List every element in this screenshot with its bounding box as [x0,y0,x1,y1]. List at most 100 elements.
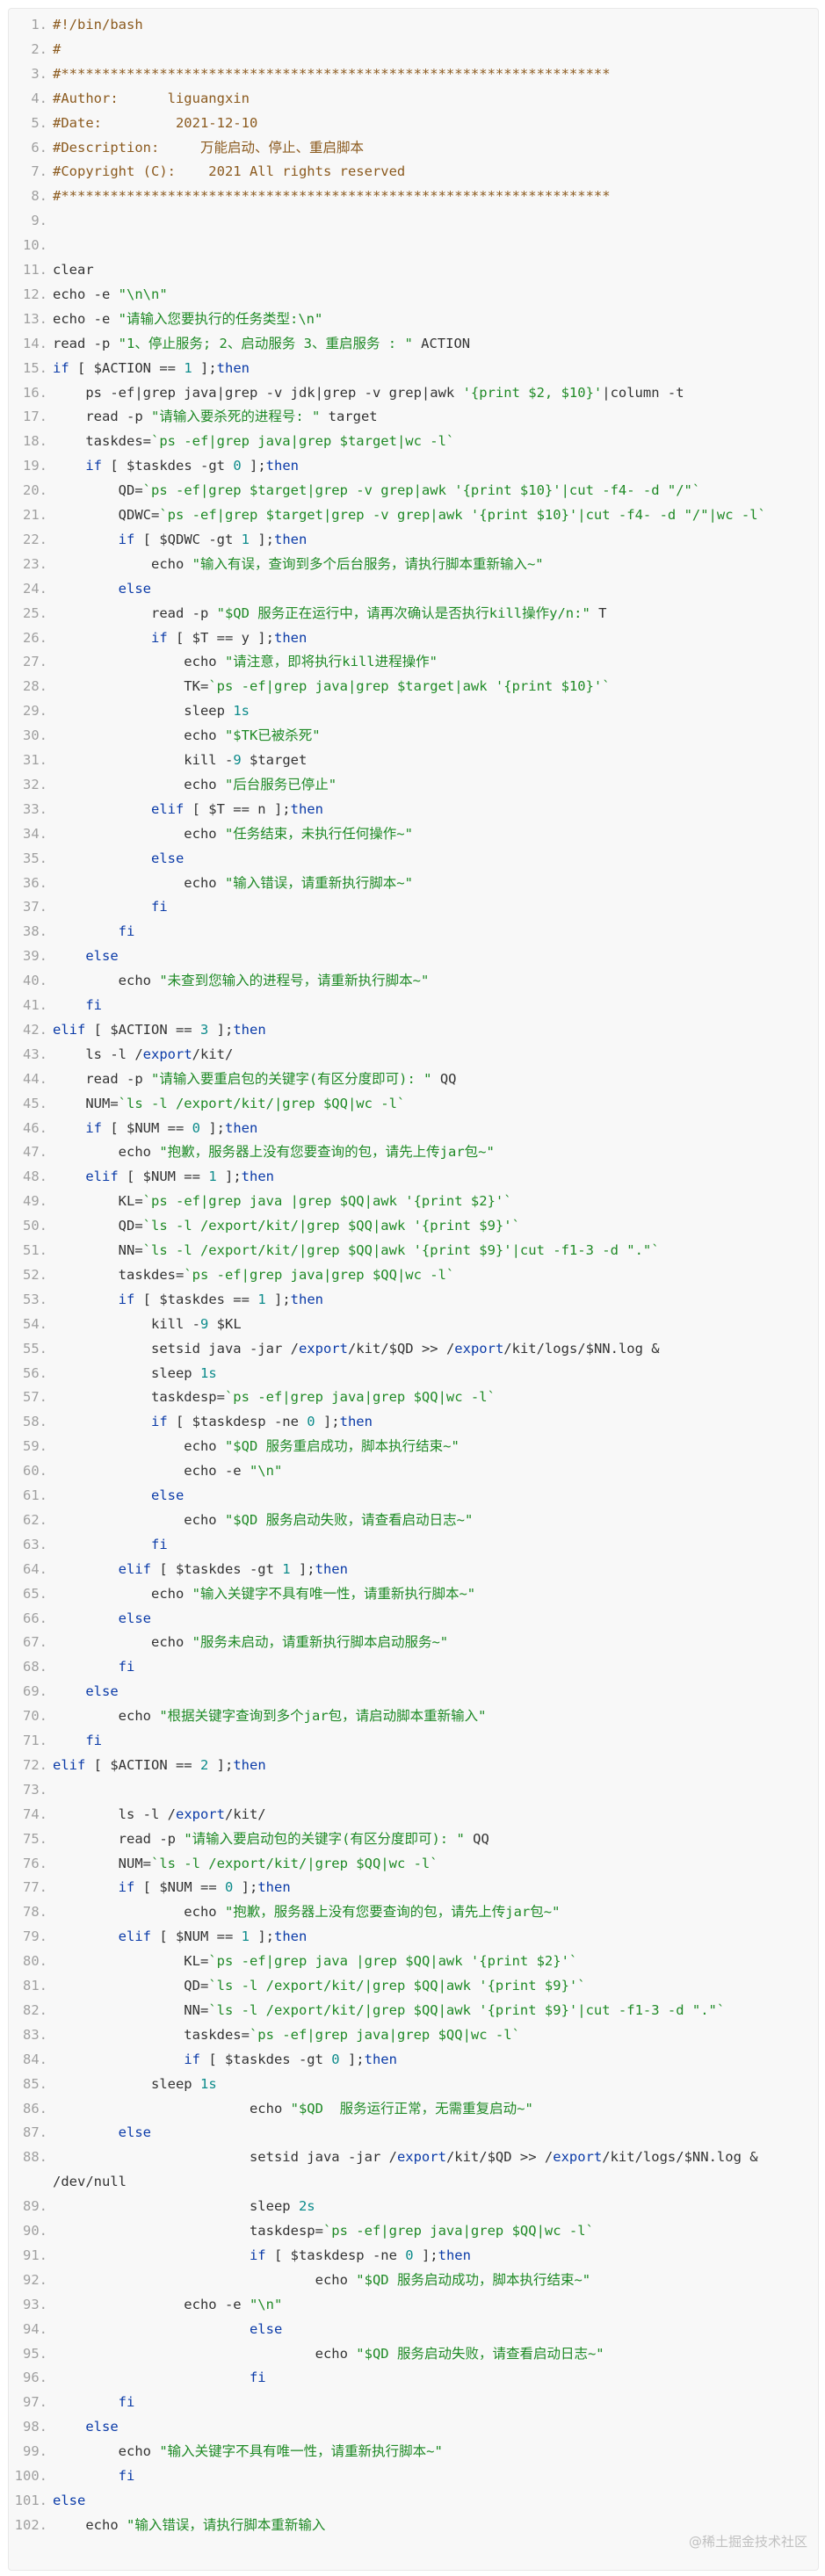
code-token: ]; [249,1928,274,1945]
code-line: 38. fi [9,919,134,944]
code-token: then [315,1560,348,1577]
code-line: 61. else [9,1483,184,1508]
line-number: 3. [31,65,47,82]
code-token: 2 [199,1756,209,1773]
code-token: `ps -ef|grep java|grep $QQ|wc -l` [184,1266,455,1283]
line-number: 72. [23,1756,47,1773]
code-token: if [118,531,135,547]
line-number: 48. [23,1169,47,1185]
code-token: '{print $2, $10}' [462,384,603,401]
code-line: 7. #Copyright (C): 2021 All rights reserv… [9,159,405,184]
code-line: 27. echo "请注意，即将执行kill进程操作" [9,649,438,674]
code-line: 20. QD=`ps -ef|grep $target|grep -v grep… [9,478,700,503]
code-token: QQ [431,1070,457,1087]
code-line: 50. QD=`ls -l /export/kit/|grep $QQ|awk … [9,1213,520,1238]
code-token: else [85,948,119,965]
code-token: if [118,1291,135,1307]
code-token: else [150,850,185,866]
code-line: 94. else [9,2317,282,2341]
code-token: "请输入要重启包的关键字(有区分度即可): " [150,1070,432,1087]
code-token: "输入关键字不具有唯一性，请重新执行脚本~" [159,2443,443,2460]
line-number: 21. [23,507,47,523]
line-number: 40. [23,973,47,989]
code-token: export [396,2149,446,2166]
code-line: 46. if [ $NUM == 0 ];then [9,1116,257,1140]
code-line: 23. echo "输入有误，查询到多个后台服务，请执行脚本重新输入~" [9,552,544,576]
code-token: elif [118,1928,151,1945]
code-token: else [85,1683,119,1700]
code-line: 4. #Author: liguangxin [9,86,250,111]
code-token: `ps -ef|grep java|grep $target|wc -l` [150,433,455,450]
code-line: 67. echo "服务未启动，请重新执行脚本启动服务~" [9,1630,448,1654]
code-token: [ $NUM == [150,1928,242,1945]
code-token: ]; [200,1119,225,1136]
line-number: 41. [23,997,47,1013]
code-token: sleep [53,1364,200,1381]
code-line: 100. fi [9,2464,135,2488]
code-line: 15. if [ $ACTION == 1 ];then [9,356,250,380]
code-token: elif [150,800,185,817]
code-token: echo [53,1511,225,1528]
code-line: 16. ps -ef|grep java|grep -v jdk|grep -v… [9,380,684,405]
line-number: 90. [23,2223,47,2239]
code-token: "根据关键字查询到多个jar包，请启动脚本重新输入" [159,1708,487,1725]
code-token: [ $NUM == [102,1119,192,1136]
code-token: echo [53,825,225,842]
code-token: then [339,1414,373,1430]
code-token: fi [85,1733,102,1748]
code-line: 73. [9,1777,53,1802]
code-line: 75. read -p "请输入要启动包的关键字(有区分度即可): " QQ [9,1827,489,1851]
code-token: /kit/$QD >> / [347,1340,455,1357]
code-token: then [274,531,308,547]
code-line: 41. fi [9,993,102,1017]
code-line: 29. sleep 1s [9,698,250,723]
code-token: "服务未启动，请重新执行脚本启动服务~" [192,1634,449,1651]
line-number: 31. [23,752,47,768]
code-token: taskdesp= [53,1389,225,1406]
code-token: echo [53,2443,160,2460]
code-token: kill - [53,1315,200,1332]
code-token: if [85,458,102,474]
line-number: 42. [23,1021,47,1038]
line-number: 47. [23,1144,47,1161]
code-token: 1 [282,1560,291,1577]
code-token: "抱歉，服务器上没有您要查询的包，请先上传jar包~" [224,1904,561,1921]
code-token: fi [150,899,168,915]
code-token: "\n" [249,1463,283,1480]
code-token: kill - [53,752,234,768]
code-token: /dev/null [53,2174,127,2190]
code-token: ]; [216,1169,242,1185]
code-token: else [249,2320,283,2337]
code-token: 1 [241,531,250,547]
code-line: /dev/null [9,2169,127,2194]
code-line: 11. clear [9,257,94,282]
code-token: setsid java -jar / [53,2149,397,2166]
code-line: 36. echo "输入错误，请重新执行脚本~" [9,871,413,895]
line-number: 88. [23,2149,47,2166]
code-token: if [150,629,168,646]
code-line: 25. read -p "$QD 服务正在运行中，请再次确认是否执行kill操作… [9,601,606,626]
code-line: 19. if [ $taskdes -gt 0 ];then [9,453,299,478]
code-token: 1s [233,703,250,720]
code-token: ]; [192,359,217,376]
code-line: 79. elif [ $NUM == 1 ];then [9,1924,307,1949]
line-number: 49. [23,1193,47,1210]
code-token: ]; [241,458,266,474]
line-number: 97. [23,2394,47,2411]
line-number: 65. [23,1585,47,1602]
code-token: echo [53,1438,225,1455]
code-token: "$QD 服务运行正常，无需重复启动~" [290,2100,533,2117]
code-token: QD= [53,482,143,499]
code-token: QD= [53,1978,209,1994]
line-number: 69. [23,1683,47,1700]
code-token: read -p [53,1830,185,1847]
code-token: `ls -l /export/kit/|grep $QQ|awk '{print… [142,1242,660,1258]
code-token: else [118,1610,151,1626]
code-token: #Description: 万能启动、停止、重启脚本 [53,139,364,156]
code-token: $target [241,752,308,768]
code-token: /kit/ [224,1805,266,1822]
